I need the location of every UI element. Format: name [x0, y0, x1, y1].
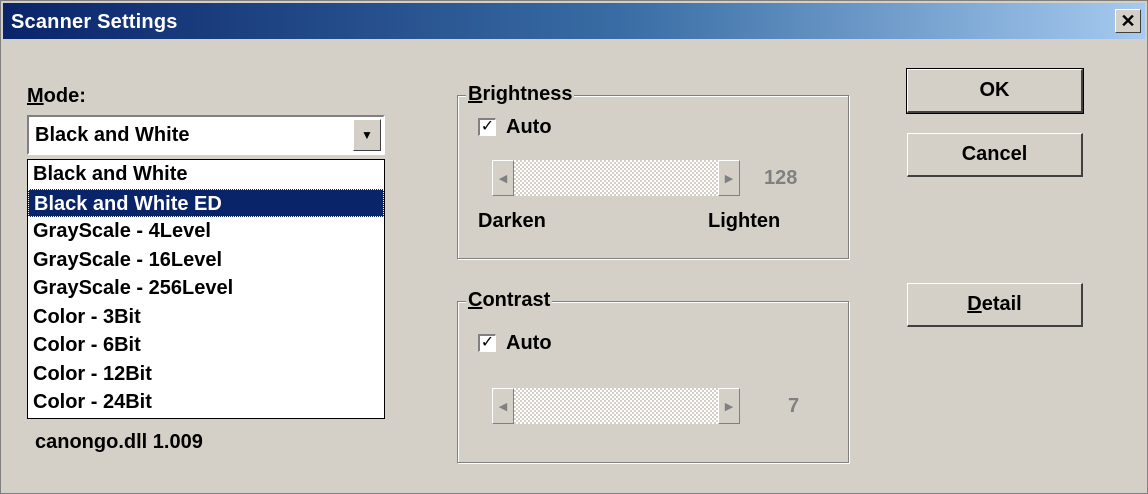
brightness-group-title: Brightness: [466, 83, 575, 106]
checkmark-icon: ✓: [480, 334, 495, 351]
brightness-scrollbar[interactable]: ◀ ▶: [492, 160, 740, 196]
mode-option[interactable]: Color - 3Bit: [28, 303, 384, 332]
contrast-scroll-left-button[interactable]: ◀: [492, 388, 514, 424]
contrast-scrollbar[interactable]: ◀ ▶: [492, 388, 740, 424]
scanner-settings-dialog: Scanner Settings ✕ Mode: Black and White…: [0, 0, 1148, 494]
mode-option[interactable]: Black and White ED: [28, 188, 384, 217]
mode-dropdown-list[interactable]: Black and White Black and White ED GraySca…: [27, 159, 385, 419]
lighten-label: Lighten: [708, 210, 781, 232]
version-text: canongo.dll 1.009: [35, 431, 203, 453]
mode-option[interactable]: GrayScale - 16Level: [28, 246, 384, 275]
window-title: Scanner Settings: [11, 11, 178, 33]
title-bar[interactable]: Scanner Settings ✕: [3, 3, 1145, 39]
contrast-auto-label: Auto: [506, 332, 552, 354]
cancel-button[interactable]: Cancel: [907, 133, 1083, 177]
brightness-value: 128: [764, 167, 798, 189]
arrow-left-icon: ◀: [498, 172, 508, 185]
close-button[interactable]: ✕: [1115, 9, 1141, 33]
brightness-auto-checkbox[interactable]: ✓: [478, 118, 496, 136]
darken-label: Darken: [478, 210, 546, 232]
arrow-left-icon: ◀: [498, 400, 508, 413]
mode-option[interactable]: GrayScale - 4Level: [28, 217, 384, 246]
ok-button[interactable]: OK: [906, 68, 1084, 114]
contrast-scroll-right-button[interactable]: ▶: [718, 388, 740, 424]
contrast-value: 7: [788, 395, 800, 417]
contrast-group-title: Contrast: [466, 289, 553, 312]
contrast-auto-checkbox[interactable]: ✓: [478, 334, 496, 352]
checkmark-icon: ✓: [480, 118, 495, 135]
mode-option[interactable]: Color - 24Bit: [28, 388, 384, 417]
mode-combobox[interactable]: Black and White ▼: [27, 115, 385, 155]
brightness-scroll-left-button[interactable]: ◀: [492, 160, 514, 196]
mode-option[interactable]: Color - 12Bit: [28, 360, 384, 389]
detail-button[interactable]: Detail: [907, 283, 1083, 327]
brightness-group: Brightness ✓ Auto ◀ ▶ 128 Darken Lighten: [457, 83, 849, 259]
arrow-right-icon: ▶: [724, 400, 734, 413]
mode-label: Mode:: [27, 85, 86, 107]
close-icon: ✕: [1120, 10, 1136, 31]
mode-selected-value: Black and White: [35, 124, 190, 146]
mode-option[interactable]: Black and White: [28, 160, 384, 189]
brightness-scroll-right-button[interactable]: ▶: [718, 160, 740, 196]
dropdown-button[interactable]: ▼: [353, 119, 381, 151]
mode-option[interactable]: Color - 6Bit: [28, 331, 384, 360]
brightness-auto-label: Auto: [506, 116, 552, 138]
arrow-right-icon: ▶: [724, 172, 734, 185]
chevron-down-icon: ▼: [361, 128, 373, 142]
contrast-group: Contrast ✓ Auto ◀ ▶ 7: [457, 289, 849, 463]
mode-option[interactable]: GrayScale - 256Level: [28, 274, 384, 303]
